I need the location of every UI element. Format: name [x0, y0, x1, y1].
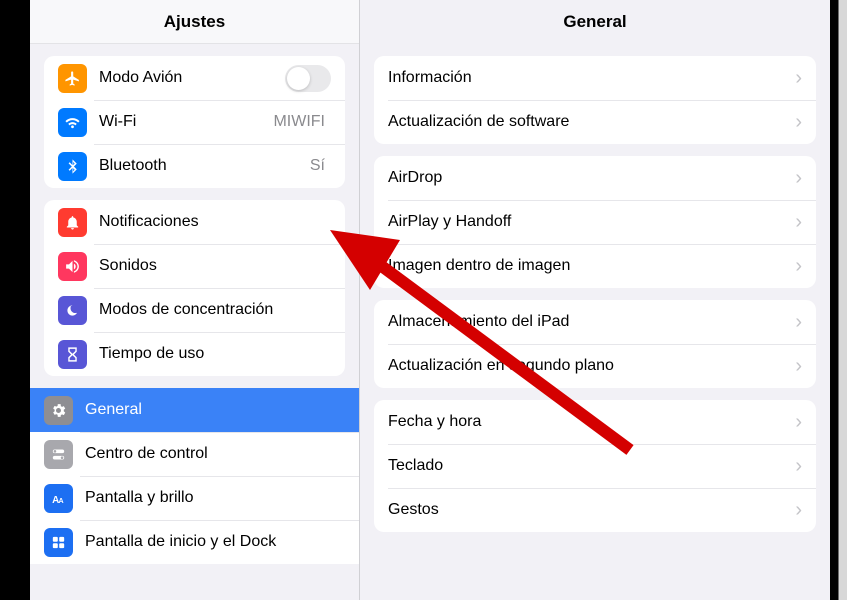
gear-icon: [44, 396, 73, 425]
chevron-right-icon: ›: [795, 411, 802, 434]
detail-item-keyboard[interactable]: Teclado ›: [374, 444, 816, 488]
airplane-icon: [58, 64, 87, 93]
speaker-icon: [58, 252, 87, 281]
sidebar-group-notifications: Notificaciones Sonidos Modos de concentr…: [44, 200, 345, 376]
row-label: Pantalla y brillo: [85, 489, 345, 507]
chevron-right-icon: ›: [795, 67, 802, 90]
row-label: Fecha y hora: [388, 413, 795, 431]
row-label: Imagen dentro de imagen: [388, 257, 795, 275]
row-label: Sonidos: [99, 257, 331, 275]
detail-item-bg-refresh[interactable]: Actualización en segundo plano ›: [374, 344, 816, 388]
chevron-right-icon: ›: [795, 255, 802, 278]
row-label: Modos de concentración: [99, 301, 331, 319]
chevron-right-icon: ›: [795, 499, 802, 522]
airplane-toggle[interactable]: [285, 65, 331, 92]
wifi-icon: [58, 108, 87, 137]
general-detail-pane: General Información › Actualización de s…: [360, 0, 830, 600]
row-value: MIWIFI: [273, 113, 325, 131]
detail-group-info: Información › Actualización de software …: [374, 56, 816, 144]
row-label: Centro de control: [85, 445, 345, 463]
svg-text:A: A: [59, 496, 64, 504]
chevron-right-icon: ›: [795, 211, 802, 234]
hourglass-icon: [58, 340, 87, 369]
detail-item-software-update[interactable]: Actualización de software ›: [374, 100, 816, 144]
chevron-right-icon: ›: [795, 455, 802, 478]
bluetooth-icon: [58, 152, 87, 181]
moon-icon: [58, 296, 87, 325]
row-label: General: [85, 401, 345, 419]
text-icon: AA: [44, 484, 73, 513]
detail-title: General: [360, 0, 830, 44]
row-label: Notificaciones: [99, 213, 331, 231]
grid-icon: [44, 528, 73, 557]
sidebar-item-bluetooth[interactable]: Bluetooth Sí: [44, 144, 345, 188]
row-label: Wi-Fi: [99, 113, 273, 131]
row-label: Pantalla de inicio y el Dock: [85, 533, 345, 551]
row-label: Actualización en segundo plano: [388, 357, 795, 375]
sidebar-item-general[interactable]: General: [30, 388, 359, 432]
row-label: Bluetooth: [99, 157, 310, 175]
row-label: Teclado: [388, 457, 795, 475]
sidebar-item-notifications[interactable]: Notificaciones: [44, 200, 345, 244]
detail-group-datetime: Fecha y hora › Teclado › Gestos ›: [374, 400, 816, 532]
device-bezel-right: [830, 0, 847, 600]
sidebar-item-airplane[interactable]: Modo Avión: [44, 56, 345, 100]
row-label: AirDrop: [388, 169, 795, 187]
detail-item-airdrop[interactable]: AirDrop ›: [374, 156, 816, 200]
sidebar-item-sounds[interactable]: Sonidos: [44, 244, 345, 288]
detail-item-airplay[interactable]: AirPlay y Handoff ›: [374, 200, 816, 244]
sidebar-item-focus[interactable]: Modos de concentración: [44, 288, 345, 332]
sidebar-title: Ajustes: [30, 0, 359, 44]
row-label: Tiempo de uso: [99, 345, 331, 363]
row-label: AirPlay y Handoff: [388, 213, 795, 231]
detail-group-airdrop: AirDrop › AirPlay y Handoff › Imagen den…: [374, 156, 816, 288]
sidebar-item-controlcenter[interactable]: Centro de control: [30, 432, 359, 476]
settings-sidebar: Ajustes Modo Avión Wi-Fi MIWIFI Bluetoot…: [30, 0, 360, 600]
chevron-right-icon: ›: [795, 311, 802, 334]
row-label: Actualización de software: [388, 113, 795, 131]
sidebar-group-general: General Centro de control AA Pantalla y …: [30, 388, 359, 564]
sidebar-item-homescreen[interactable]: Pantalla de inicio y el Dock: [30, 520, 359, 564]
chevron-right-icon: ›: [795, 355, 802, 378]
detail-item-gestures[interactable]: Gestos ›: [374, 488, 816, 532]
chevron-right-icon: ›: [795, 167, 802, 190]
sidebar-item-screentime[interactable]: Tiempo de uso: [44, 332, 345, 376]
bell-icon: [58, 208, 87, 237]
device-bezel-left: [0, 0, 30, 600]
detail-group-storage: Almacenamiento del iPad › Actualización …: [374, 300, 816, 388]
switches-icon: [44, 440, 73, 469]
row-value: Sí: [310, 157, 325, 175]
sidebar-item-wifi[interactable]: Wi-Fi MIWIFI: [44, 100, 345, 144]
row-label: Modo Avión: [99, 69, 285, 87]
row-label: Gestos: [388, 501, 795, 519]
detail-item-datetime[interactable]: Fecha y hora ›: [374, 400, 816, 444]
sidebar-item-display[interactable]: AA Pantalla y brillo: [30, 476, 359, 520]
row-label: Información: [388, 69, 795, 87]
detail-item-storage[interactable]: Almacenamiento del iPad ›: [374, 300, 816, 344]
sidebar-group-connectivity: Modo Avión Wi-Fi MIWIFI Bluetooth Sí: [44, 56, 345, 188]
chevron-right-icon: ›: [795, 111, 802, 134]
detail-item-info[interactable]: Información ›: [374, 56, 816, 100]
row-label: Almacenamiento del iPad: [388, 313, 795, 331]
detail-item-pip[interactable]: Imagen dentro de imagen ›: [374, 244, 816, 288]
